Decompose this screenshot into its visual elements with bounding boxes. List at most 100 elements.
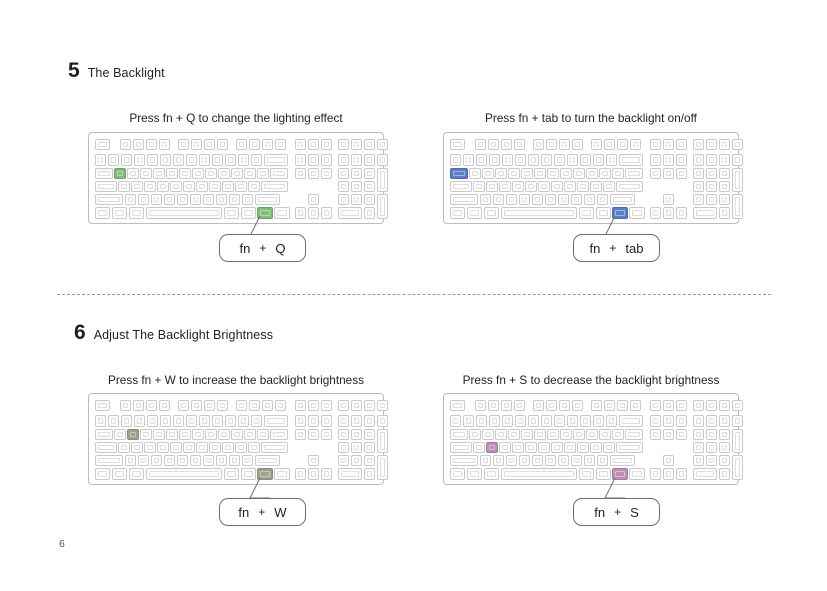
key-f7[interactable] [203, 400, 216, 412]
key-del[interactable] [295, 154, 307, 166]
key-lctrl[interactable] [95, 468, 111, 480]
key-np-f14[interactable] [350, 139, 363, 151]
key-end[interactable] [662, 154, 675, 166]
key-g[interactable] [170, 180, 182, 193]
key-npadd[interactable] [376, 167, 389, 193]
key-np4[interactable] [338, 441, 350, 454]
key-y[interactable] [179, 428, 191, 440]
key-home[interactable] [662, 428, 675, 440]
key-np7[interactable] [338, 167, 350, 179]
key-[interactable] [257, 167, 269, 179]
key-home[interactable] [307, 428, 320, 440]
key-esc[interactable] [95, 139, 111, 151]
key-pgdn[interactable] [320, 415, 333, 427]
key-7[interactable] [185, 154, 198, 166]
key-f3[interactable] [500, 139, 513, 151]
key-npadd[interactable] [731, 428, 744, 454]
key-d[interactable] [499, 180, 511, 193]
key-ctrlr[interactable] [650, 139, 662, 151]
key-[interactable] [450, 415, 462, 427]
key-arrow-up[interactable] [662, 193, 675, 206]
key-[interactable] [248, 180, 260, 193]
key-ins[interactable] [650, 167, 662, 179]
key-q[interactable] [114, 428, 126, 440]
key-np3[interactable] [363, 455, 376, 467]
key-f10[interactable] [603, 400, 616, 412]
key-arrow-up[interactable] [307, 193, 320, 206]
key-f11[interactable] [261, 400, 274, 412]
key-np5[interactable] [350, 180, 363, 193]
key-del[interactable] [650, 415, 662, 427]
key-9[interactable] [211, 154, 224, 166]
key-f10[interactable] [248, 400, 261, 412]
key-tab[interactable] [95, 167, 113, 179]
key-e[interactable] [140, 167, 152, 179]
key-npent[interactable] [376, 455, 389, 480]
key-caps[interactable] [95, 441, 117, 454]
key-ralt[interactable] [240, 468, 256, 480]
key-enter[interactable] [616, 180, 644, 193]
key-6[interactable] [172, 415, 185, 427]
key-lctrl[interactable] [95, 207, 111, 219]
key-end[interactable] [662, 415, 675, 427]
key-u[interactable] [192, 167, 204, 179]
key-lshift[interactable] [450, 193, 479, 206]
key-8[interactable] [553, 415, 566, 427]
key-np-f14[interactable] [705, 139, 718, 151]
key-space[interactable] [145, 207, 223, 219]
key-3[interactable] [488, 154, 501, 166]
key-np3[interactable] [718, 455, 731, 467]
key-f6[interactable] [545, 139, 558, 151]
key-fn[interactable] [257, 468, 273, 480]
key-npsub[interactable] [376, 415, 389, 427]
key-rctrl[interactable] [274, 468, 290, 480]
key-f12[interactable] [274, 400, 287, 412]
key-scrlk[interactable] [320, 400, 333, 412]
key-backspace[interactable] [618, 415, 644, 427]
key-rshift[interactable] [609, 193, 636, 206]
key-f3[interactable] [145, 400, 158, 412]
key-h[interactable] [183, 441, 195, 454]
key-np8[interactable] [705, 428, 718, 440]
key-[interactable] [625, 167, 644, 179]
key-fn[interactable] [612, 207, 628, 219]
key-f6[interactable] [190, 139, 203, 151]
key-arrow-up[interactable] [662, 454, 675, 467]
key-f7[interactable] [558, 139, 571, 151]
key-np1[interactable] [693, 455, 705, 467]
key-w[interactable] [127, 428, 139, 440]
key-x[interactable] [492, 454, 505, 467]
key-np0[interactable] [693, 468, 718, 480]
key-f1[interactable] [474, 400, 487, 412]
key-space[interactable] [500, 468, 578, 480]
key-numlock[interactable] [338, 415, 350, 427]
key-ins[interactable] [295, 428, 307, 440]
key-npdot[interactable] [718, 207, 731, 219]
key-rshift[interactable] [254, 193, 281, 206]
key-m[interactable] [557, 193, 570, 206]
key-np4[interactable] [338, 180, 350, 193]
key-enter[interactable] [261, 180, 289, 193]
key-v[interactable] [163, 193, 176, 206]
key-fn[interactable] [257, 207, 273, 219]
key-[interactable] [250, 154, 263, 166]
key-tab[interactable] [450, 428, 468, 440]
key-[interactable] [612, 428, 624, 440]
key-h[interactable] [183, 180, 195, 193]
key-pgup[interactable] [320, 167, 333, 179]
key-np5[interactable] [705, 441, 718, 454]
key-[interactable] [257, 428, 269, 440]
key-5[interactable] [159, 154, 172, 166]
key-[interactable] [570, 454, 583, 467]
key-j[interactable] [196, 441, 208, 454]
key-np7[interactable] [693, 428, 705, 440]
key-npmul[interactable] [363, 154, 376, 166]
key-scrlk[interactable] [675, 400, 688, 412]
key-rcmd[interactable] [223, 207, 239, 219]
key-0[interactable] [224, 154, 237, 166]
key-esc[interactable] [95, 400, 111, 412]
key-pgup[interactable] [675, 167, 688, 179]
key-[interactable] [590, 441, 602, 454]
key-ralt[interactable] [595, 207, 611, 219]
key-f4[interactable] [513, 400, 526, 412]
